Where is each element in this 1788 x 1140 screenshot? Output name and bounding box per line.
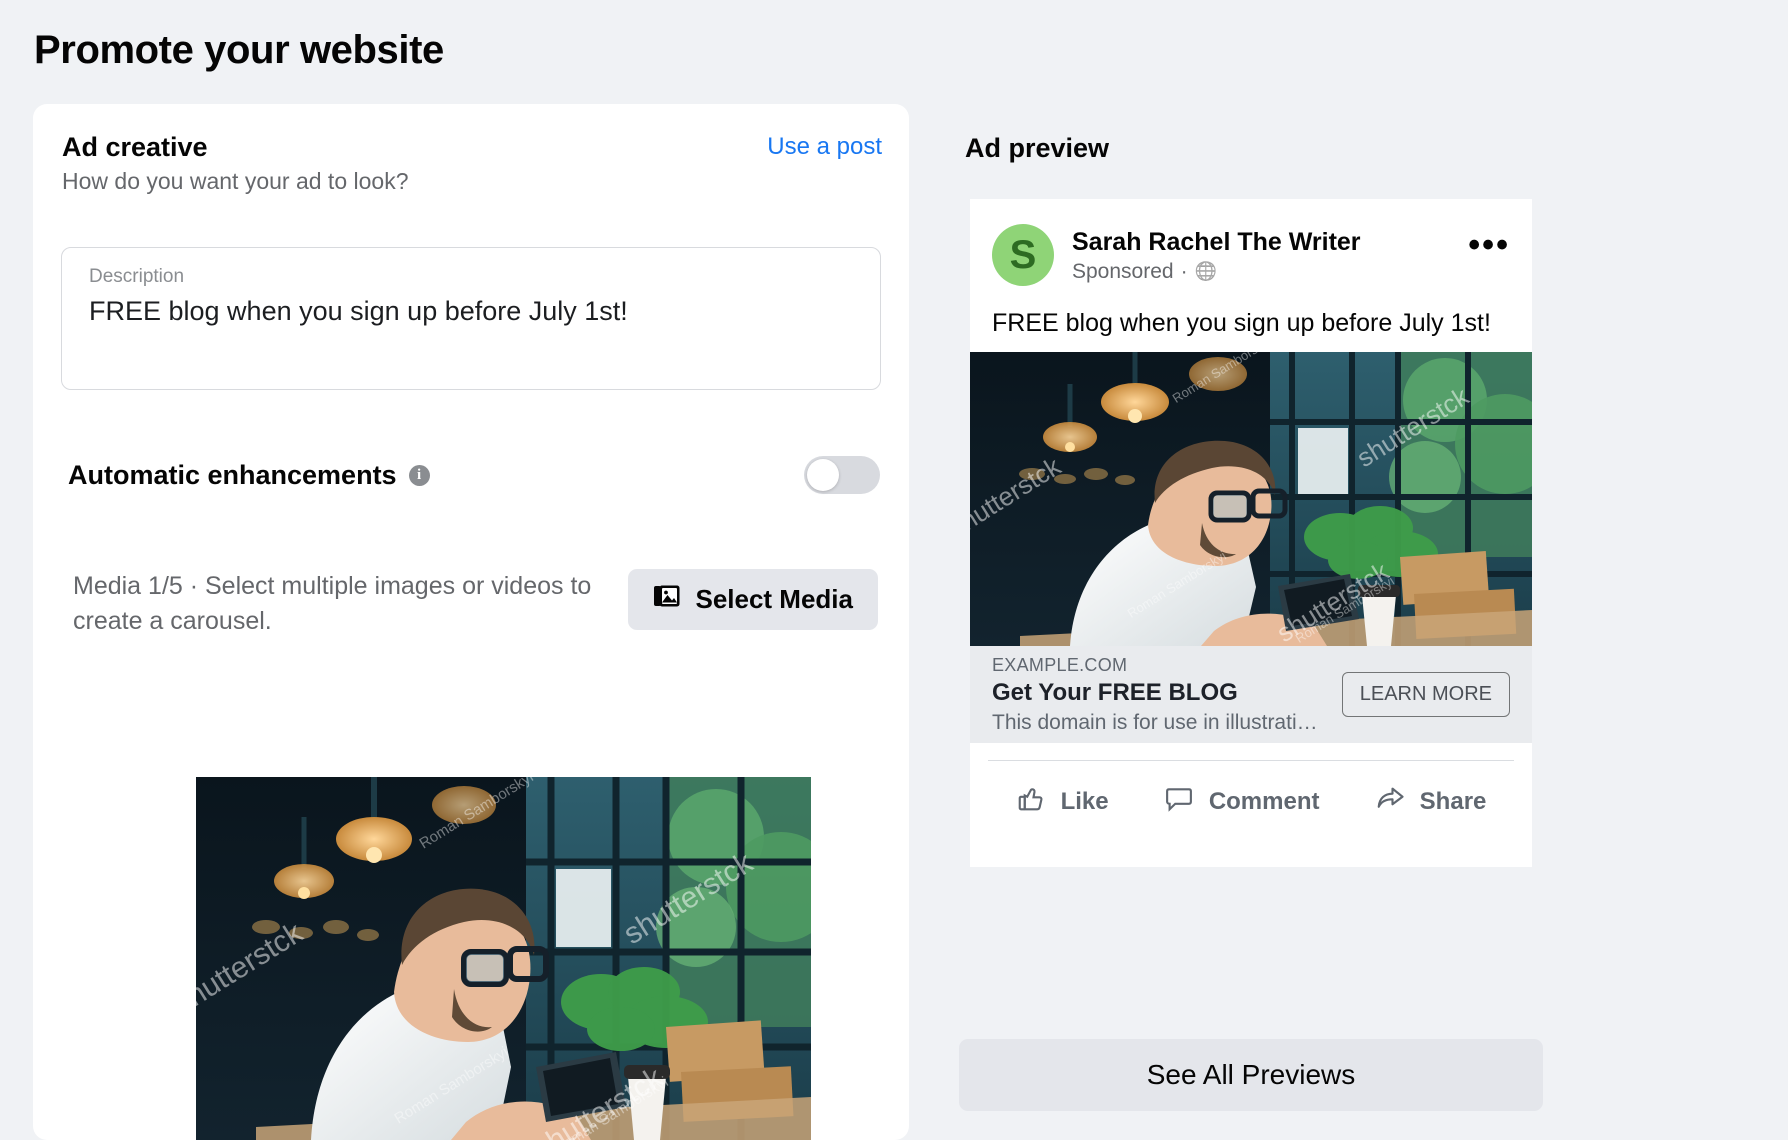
post-header: S Sarah Rachel The Writer Sponsored · 🌐 <box>992 224 1361 286</box>
share-arrow-icon <box>1375 783 1405 820</box>
link-description: This domain is for use in illustrati… <box>992 710 1318 734</box>
stock-photo: shutterstck shutterstck shutterstck Roma… <box>196 777 811 1140</box>
select-media-button[interactable]: Select Media <box>628 569 878 630</box>
use-a-post-link[interactable]: Use a post <box>767 132 882 162</box>
stock-photo: shutterstck shutterstck shutterstck Roma… <box>970 352 1532 646</box>
images-icon <box>653 582 681 617</box>
globe-icon: 🌐 <box>1194 261 1217 281</box>
like-label: Like <box>1060 787 1109 815</box>
page-title: Promote your website <box>34 28 444 72</box>
ad-preview-card: S Sarah Rachel The Writer Sponsored · 🌐 … <box>970 199 1532 867</box>
post-menu-icon[interactable]: ••• <box>1468 228 1510 262</box>
share-button[interactable]: Share <box>1375 783 1487 820</box>
post-identity: Sarah Rachel The Writer Sponsored · 🌐 <box>1072 227 1361 284</box>
learn-more-button[interactable]: LEARN MORE <box>1341 672 1510 717</box>
ad-creative-subtitle: How do you want your ad to look? <box>62 168 409 194</box>
post-message: FREE blog when you sign up before July 1… <box>992 309 1491 337</box>
automatic-enhancements-row: Automatic enhancements i <box>68 456 880 494</box>
description-field[interactable]: Description <box>61 247 881 390</box>
avatar: S <box>992 224 1054 286</box>
comment-bubble-icon <box>1164 783 1194 820</box>
post-actions-bar: Like Comment Share <box>988 760 1514 820</box>
link-headline: Get Your FREE BLOG <box>992 678 1238 706</box>
promote-website-screen: Promote your website Ad creative Use a p… <box>0 0 1788 1140</box>
sponsored-row: Sponsored · 🌐 <box>1072 260 1361 284</box>
comment-button[interactable]: Comment <box>1164 783 1320 820</box>
ad-creative-card: Ad creative Use a post How do you want y… <box>33 104 909 1140</box>
ad-creative-header: Ad creative Use a post <box>62 132 882 163</box>
page-name[interactable]: Sarah Rachel The Writer <box>1072 227 1361 257</box>
see-all-previews-button[interactable]: See All Previews <box>959 1039 1543 1111</box>
sponsored-label: Sponsored <box>1072 259 1174 283</box>
link-texts: EXAMPLE.COM Get Your FREE BLOG This doma… <box>992 655 1318 735</box>
share-label: Share <box>1419 787 1487 815</box>
ad-preview-title: Ad preview <box>965 133 1110 163</box>
media-description: Media 1/5 · Select multiple images or vi… <box>73 572 592 635</box>
media-row: Media 1/5 · Select multiple images or vi… <box>73 569 878 639</box>
link-domain: EXAMPLE.COM <box>992 654 1128 675</box>
description-input[interactable] <box>89 296 849 327</box>
thumbs-up-icon <box>1016 783 1046 820</box>
separator-dot: · <box>1180 259 1188 283</box>
automatic-enhancements-toggle[interactable] <box>804 456 880 494</box>
comment-label: Comment <box>1208 787 1320 815</box>
toggle-knob <box>807 459 839 491</box>
select-media-label: Select Media <box>695 584 853 614</box>
post-image[interactable]: shutterstck shutterstck shutterstck Roma… <box>970 352 1532 646</box>
like-button[interactable]: Like <box>1016 783 1109 820</box>
ad-creative-title: Ad creative <box>62 132 208 162</box>
info-icon[interactable]: i <box>408 464 430 486</box>
description-label: Description <box>89 266 185 287</box>
automatic-enhancements-label-group: Automatic enhancements i <box>68 460 430 491</box>
link-preview-area: EXAMPLE.COM Get Your FREE BLOG This doma… <box>970 646 1532 743</box>
automatic-enhancements-label: Automatic enhancements <box>68 459 397 490</box>
selected-media-thumbnail[interactable]: shutterstck shutterstck shutterstck Roma… <box>196 777 811 1140</box>
